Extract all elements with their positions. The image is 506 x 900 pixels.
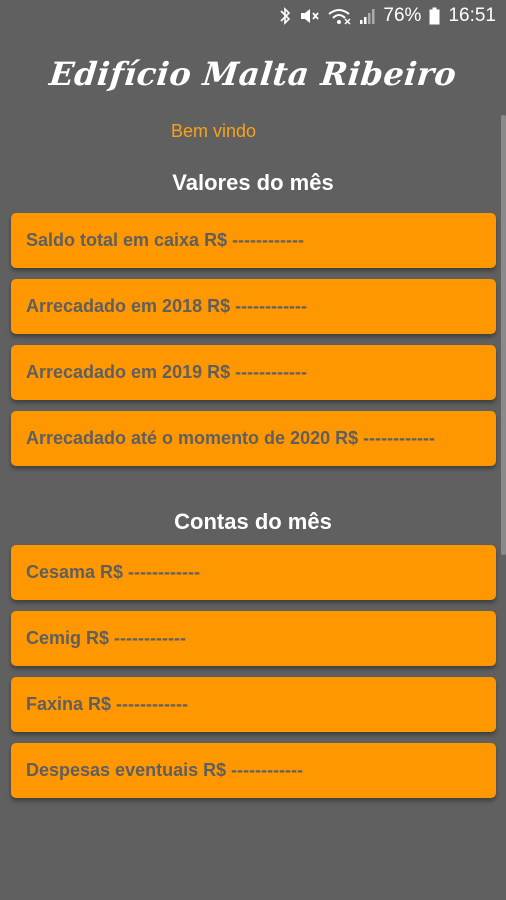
wifi-icon: [327, 7, 351, 25]
clock: 16:51: [448, 5, 496, 26]
card-arrecadado-2020[interactable]: Arrecadado até o momento de 2020 R$ ----…: [11, 411, 496, 466]
card-arrecadado-2019[interactable]: Arrecadado em 2019 R$ ------------: [11, 345, 496, 400]
card-arrecadado-2018[interactable]: Arrecadado em 2018 R$ ------------: [11, 279, 496, 334]
scrollbar[interactable]: [501, 115, 506, 555]
card-despesas-eventuais[interactable]: Despesas eventuais R$ ------------: [11, 743, 496, 798]
card-cesama[interactable]: Cesama R$ ------------: [11, 545, 496, 600]
signal-icon: [359, 7, 375, 25]
section-title-valores: Valores do mês: [172, 170, 334, 195]
section-title-contas: Contas do mês: [174, 509, 332, 534]
status-bar: 76% 16:51: [0, 0, 506, 34]
status-icons: 76% 16:51: [279, 5, 496, 27]
card-cemig[interactable]: Cemig R$ ------------: [11, 611, 496, 666]
battery-icon: [429, 7, 440, 25]
card-saldo-total[interactable]: Saldo total em caixa R$ ------------: [11, 213, 496, 268]
welcome-text: Bem vindo: [171, 121, 257, 141]
app-title: Edifício Malta Ribeiro: [47, 55, 459, 93]
battery-percent: 76%: [383, 5, 422, 26]
card-faxina[interactable]: Faxina R$ ------------: [11, 677, 496, 732]
mute-icon: [299, 7, 320, 25]
bluetooth-icon: [279, 7, 291, 25]
